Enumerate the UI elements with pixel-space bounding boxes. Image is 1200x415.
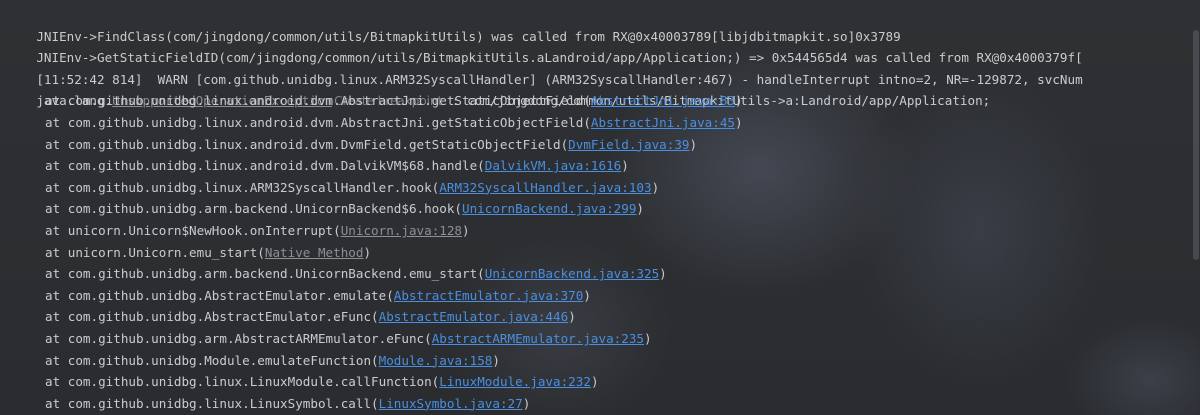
stack-frame: at com.github.unidbg.linux.LinuxModule.c… <box>0 371 599 393</box>
stack-frame-close: ) <box>621 158 629 174</box>
stack-frame-close: ) <box>492 352 500 368</box>
source-file-link[interactable]: UnicornBackend.java:299 <box>462 201 636 216</box>
stack-frame-close: ) <box>363 244 372 260</box>
stack-frame: at com.github.unidbg.arm.backend.Unicorn… <box>0 198 644 220</box>
stack-frame: at com.github.unidbg.linux.android.dvm.A… <box>0 112 743 134</box>
stack-frame-method: at com.github.unidbg.AbstractEmulator.eF… <box>45 309 379 325</box>
console-line: JNIEnv->GetStaticFieldID(com/jingdong/co… <box>0 26 1082 65</box>
source-file-link[interactable]: AbstractEmulator.java:370 <box>394 288 584 303</box>
stack-frame: at com.github.unidbg.AbstractEmulator.eF… <box>0 306 576 328</box>
stack-frame: at com.github.unidbg.linux.android.dvm.D… <box>0 155 629 177</box>
stack-frame-method: at com.github.unidbg.linux.android.dvm.D… <box>45 136 569 152</box>
stack-frame-method: at com.github.unidbg.linux.LinuxSymbol.c… <box>45 395 379 411</box>
stack-frame-method: at com.github.unidbg.linux.android.dvm.A… <box>45 93 591 109</box>
source-file-link[interactable]: LinuxSymbol.java:27 <box>379 396 523 411</box>
stack-frame-close: ) <box>583 287 591 303</box>
stack-frame-close: ) <box>734 93 743 109</box>
stack-frame: at com.github.unidbg.linux.ARM32SyscallH… <box>0 177 659 199</box>
source-file-link[interactable]: Module.java:158 <box>379 353 493 368</box>
stack-frame: at com.github.unidbg.linux.android.dvm.D… <box>0 134 697 156</box>
stack-frame-method: at com.github.unidbg.Module.emulateFunct… <box>45 352 379 368</box>
stack-frame-close: ) <box>568 309 576 325</box>
stack-frame-method: at com.github.unidbg.arm.backend.Unicorn… <box>45 266 485 282</box>
stack-frame-method: at com.github.unidbg.AbstractEmulator.em… <box>45 287 394 303</box>
stack-frame: at com.github.unidbg.AbstractEmulator.em… <box>0 285 591 307</box>
stack-frame-close: ) <box>644 331 652 346</box>
source-file-link[interactable]: ARM32SyscallHandler.java:103 <box>439 180 651 195</box>
stack-frame-close: ) <box>659 266 667 282</box>
stack-frame: at com.github.unidbg.arm.backend.Unicorn… <box>0 263 667 285</box>
stack-frame-close: ) <box>522 395 531 411</box>
stack-frame-method: at com.github.unidbg.arm.backend.Unicorn… <box>45 201 463 217</box>
scrollbar-thumb[interactable] <box>1193 30 1199 260</box>
stack-frame-method: at com.github.unidbg.linux.LinuxModule.c… <box>45 374 440 390</box>
vertical-scrollbar[interactable] <box>1190 0 1200 415</box>
stack-frame: at com.github.unidbg.linux.android.dvm.A… <box>0 90 743 112</box>
native-method-label: Native Method <box>264 244 364 260</box>
source-file-link[interactable]: AbstractEmulator.java:446 <box>379 309 569 324</box>
exception-line: java.lang.UnsupportedOperationException C… <box>0 69 990 108</box>
source-file-link[interactable]: UnicornBackend.java:325 <box>485 266 659 281</box>
source-file-link[interactable]: AbstractJni.java:45 <box>591 115 735 130</box>
stack-frame: at unicorn.Unicorn$NewHook.onInterrupt(U… <box>0 220 470 242</box>
stack-frame: at com.github.unidbg.Module.emulateFunct… <box>0 350 500 372</box>
stack-frame-method: at unicorn.Unicorn$NewHook.onInterrupt( <box>45 223 341 238</box>
stack-frame-close: ) <box>590 374 599 390</box>
source-file-link[interactable]: Unicorn.java:128 <box>341 223 462 238</box>
console-line: JNIEnv->FindClass(com/jingdong/common/ut… <box>0 4 900 44</box>
stack-frame: at com.github.unidbg.linux.LinuxSymbol.c… <box>0 393 530 415</box>
stack-frame-method: at com.github.unidbg.linux.android.dvm.A… <box>45 115 591 130</box>
source-file-link[interactable]: AbstractJni.java:83 <box>591 93 735 108</box>
source-file-link[interactable]: DvmField.java:39 <box>568 137 689 152</box>
stack-frame-close: ) <box>636 201 644 217</box>
stack-frame: at com.github.unidbg.arm.AbstractARMEmul… <box>0 328 652 350</box>
stack-frame-close: ) <box>462 223 470 238</box>
stack-frame-close: ) <box>689 136 698 152</box>
console-warn-line: [11:52:42 814] WARN [com.github.unidbg.l… <box>0 47 1082 87</box>
source-file-link[interactable]: DalvikVM.java:1616 <box>485 158 621 173</box>
stack-frame-method: at unicorn.Unicorn.emu_start( <box>45 244 265 260</box>
stack-frame-method: at com.github.unidbg.linux.ARM32SyscallH… <box>45 179 440 195</box>
source-file-link[interactable]: LinuxModule.java:232 <box>439 374 591 389</box>
stack-frame-close: ) <box>651 179 660 195</box>
stack-frame-method: at com.github.unidbg.linux.android.dvm.D… <box>45 158 485 174</box>
stack-frame: at unicorn.Unicorn.emu_start(Native Meth… <box>0 242 371 264</box>
stack-frame-method: at com.github.unidbg.arm.AbstractARMEmul… <box>45 331 432 346</box>
source-file-link[interactable]: AbstractARMEmulator.java:235 <box>432 331 644 346</box>
stack-frame-close: ) <box>734 115 743 130</box>
run-console-output[interactable]: JNIEnv->FindClass(com/jingdong/common/ut… <box>0 0 1200 415</box>
